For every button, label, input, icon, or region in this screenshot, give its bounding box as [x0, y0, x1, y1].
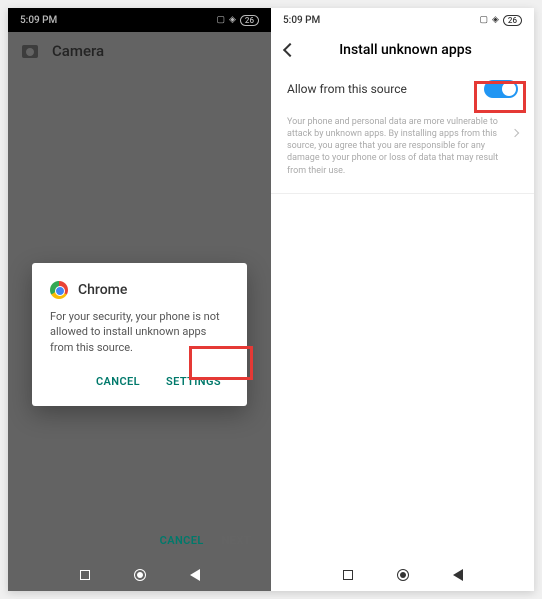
settings-header: Install unknown apps — [271, 32, 534, 68]
back-icon[interactable] — [190, 569, 200, 581]
recents-icon[interactable] — [343, 570, 353, 580]
dialog-title: Chrome — [78, 282, 127, 298]
status-time: 5:09 PM — [283, 15, 320, 26]
dialog-actions: CANCEL SETTINGS — [50, 369, 229, 394]
allow-source-toggle[interactable] — [484, 80, 518, 98]
home-icon[interactable] — [134, 569, 146, 581]
page-next-button[interactable]: NEXT — [222, 534, 251, 547]
screenshot-pair: 5:09 PM ▢ ◈ 26 Camera Chrome For your se… — [8, 8, 534, 591]
nav-bar — [8, 559, 271, 591]
wifi-icon: ◈ — [492, 15, 499, 25]
status-icons: ▢ ◈ 26 — [479, 15, 522, 26]
page-title: Install unknown apps — [291, 42, 520, 58]
settings-button[interactable]: SETTINGS — [158, 369, 229, 394]
status-bar: 5:09 PM ▢ ◈ 26 — [271, 8, 534, 32]
permission-dialog: Chrome For your security, your phone is … — [32, 263, 247, 406]
dialog-header: Chrome — [50, 281, 229, 299]
home-icon[interactable] — [397, 569, 409, 581]
warning-row[interactable]: Your phone and personal data are more vu… — [271, 110, 534, 194]
phone-left: 5:09 PM ▢ ◈ 26 Camera Chrome For your se… — [8, 8, 271, 591]
back-icon[interactable] — [453, 569, 463, 581]
bottom-actions: CANCEL NEXT — [160, 534, 251, 547]
cancel-button[interactable]: CANCEL — [88, 369, 148, 394]
chrome-icon — [50, 281, 68, 299]
chevron-right-icon — [511, 129, 519, 137]
battery-icon: 26 — [503, 15, 522, 26]
page-cancel-button[interactable]: CANCEL — [160, 534, 204, 547]
recents-icon[interactable] — [80, 570, 90, 580]
phone-right: 5:09 PM ▢ ◈ 26 Install unknown apps Allo… — [271, 8, 534, 591]
warning-text: Your phone and personal data are more vu… — [287, 116, 504, 177]
camera-indicator-icon: ▢ — [479, 15, 488, 25]
nav-bar — [271, 559, 534, 591]
dialog-body: For your security, your phone is not all… — [50, 309, 229, 355]
setting-label: Allow from this source — [287, 82, 407, 96]
allow-source-row[interactable]: Allow from this source — [271, 68, 534, 110]
